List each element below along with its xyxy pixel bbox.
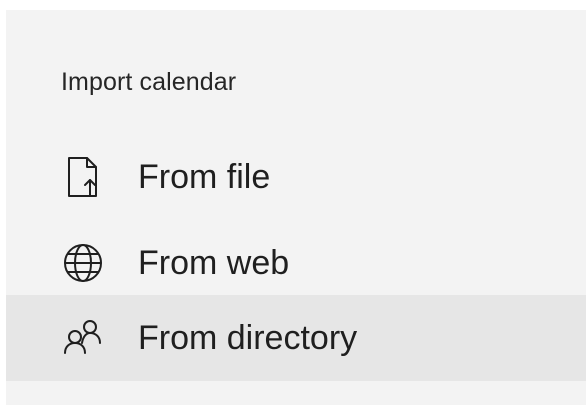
- menu-item-from-web[interactable]: From web: [6, 220, 586, 306]
- menu-item-label: From file: [138, 158, 271, 196]
- menu-item-from-directory[interactable]: From directory: [6, 295, 586, 381]
- menu-item-label: From directory: [138, 319, 358, 357]
- globe-icon: [61, 241, 105, 285]
- file-import-icon: [61, 155, 105, 199]
- people-icon: [61, 316, 105, 360]
- menu-item-from-file[interactable]: From file: [6, 134, 586, 220]
- menu-item-label: From web: [138, 244, 290, 282]
- panel-title: Import calendar: [61, 68, 237, 96]
- import-calendar-panel: Import calendar From file From web From …: [6, 10, 586, 405]
